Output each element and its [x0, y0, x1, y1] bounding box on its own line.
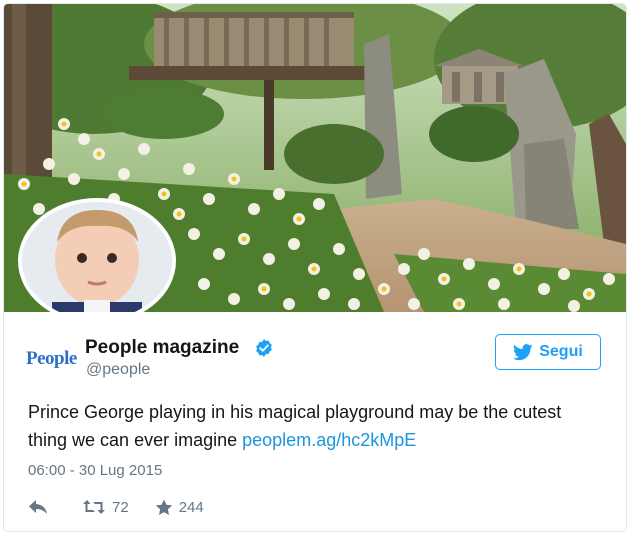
people-logo[interactable]: People [26, 348, 77, 370]
author-name[interactable]: People magazine [85, 337, 239, 359]
tweet-media-photo[interactable] [4, 4, 626, 312]
tweet-actions: 72 244 [28, 496, 204, 518]
like-button[interactable]: 244 [155, 499, 204, 516]
baby-portrait-inset [18, 198, 176, 312]
twitter-bird-icon [513, 343, 533, 360]
author-handle[interactable]: @people [86, 361, 150, 379]
follow-button[interactable]: Segui [495, 334, 601, 370]
like-count: 244 [178, 498, 204, 516]
follow-label: Segui [539, 343, 583, 360]
retweet-button[interactable]: 72 [82, 499, 129, 516]
reply-button[interactable] [28, 499, 48, 515]
verified-badge-icon [256, 339, 272, 357]
retweet-count: 72 [112, 498, 129, 516]
tweet-text: Prince George playing in his magical pla… [28, 398, 588, 454]
retweet-icon [83, 500, 105, 514]
tweet-body: People People magazine @people Segui Pri… [4, 312, 626, 531]
reply-icon [29, 500, 47, 514]
tweet-timestamp[interactable]: 06:00 - 30 Lug 2015 [28, 462, 162, 479]
tweet-card: People People magazine @people Segui Pri… [3, 3, 627, 532]
tweet-link[interactable]: peoplem.ag/hc2kMpE [242, 430, 416, 450]
star-icon [155, 499, 172, 515]
child-face-image [22, 202, 172, 312]
